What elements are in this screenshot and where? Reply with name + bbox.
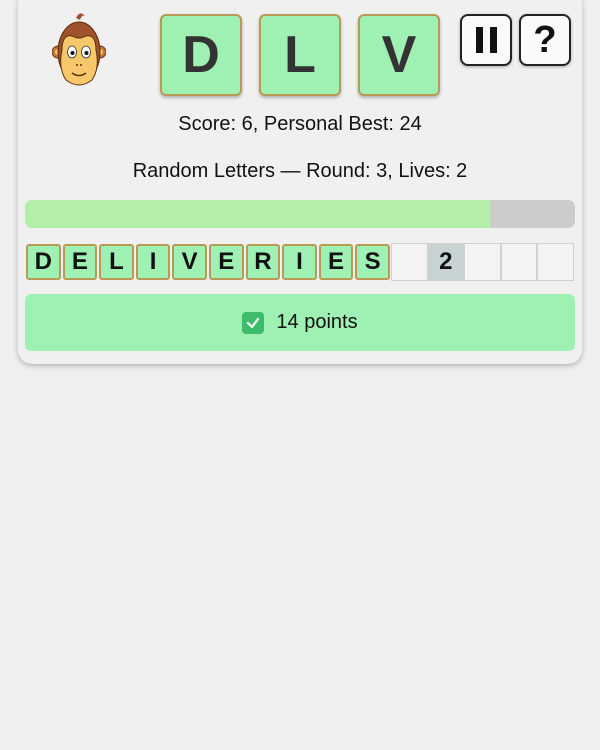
- word-letter-tile: E: [318, 244, 354, 280]
- pause-button[interactable]: [460, 14, 512, 66]
- word-letter-tile: E: [208, 244, 244, 280]
- check-mark-icon: [242, 311, 265, 334]
- word-row: DELIVERIES2: [25, 243, 574, 281]
- result-text: 14 points: [276, 311, 358, 333]
- result-banner: 14 points: [25, 294, 575, 351]
- word-letter-tile: S: [355, 244, 390, 280]
- letter-tile-1: D: [160, 14, 242, 96]
- help-button[interactable]: ?: [519, 14, 571, 66]
- word-letter-tile: E: [62, 244, 98, 280]
- word-letter-tile: L: [99, 244, 134, 280]
- round-text: Random Letters — Round: 3, Lives: 2: [132, 160, 468, 182]
- letter-count-cell: 2: [427, 243, 465, 281]
- help-label: ?: [533, 19, 557, 61]
- letter-tile-3: V: [358, 14, 440, 96]
- score-text: Score: 6, Personal Best: 24: [178, 113, 422, 135]
- empty-slot: [537, 243, 574, 281]
- word-letter-tile: I: [135, 244, 171, 280]
- word-letter-tile: V: [172, 244, 207, 280]
- word-letter-tile: D: [26, 244, 61, 280]
- empty-slot: [464, 243, 501, 281]
- progress-fill: [25, 200, 490, 228]
- progress-bar: [25, 200, 575, 228]
- letter-tile-2: L: [259, 14, 341, 96]
- pause-icon: [475, 27, 497, 53]
- empty-slot: [390, 243, 428, 281]
- monkey-face-icon: [52, 13, 106, 86]
- word-letter-tile: R: [245, 244, 281, 280]
- word-letter-tile: I: [282, 244, 317, 280]
- empty-slot: [500, 243, 538, 281]
